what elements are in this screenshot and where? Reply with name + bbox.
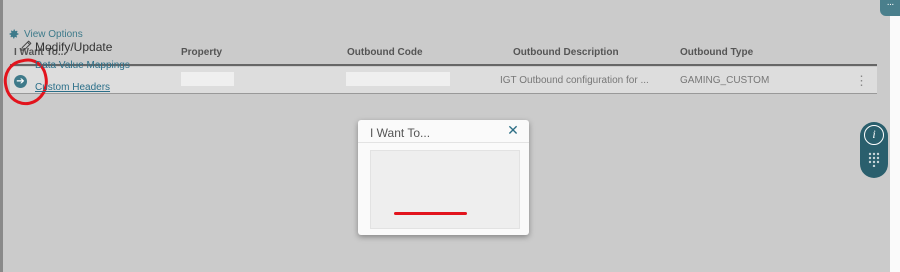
popup-options-panel [370,150,520,229]
close-icon[interactable]: ✕ [506,123,520,137]
popup-title: I Want To... [370,126,431,140]
red-underline-annotation [394,212,467,215]
view-options-button[interactable]: View Options [8,28,83,40]
gear-icon [9,29,19,39]
top-right-overflow-tab[interactable]: ··· [880,0,900,16]
pencil-icon [21,40,32,51]
table-header: I Want To... Property Outbound Code Outb… [0,46,880,62]
row-more-menu-icon[interactable]: ⋮ [855,73,868,89]
custom-headers-link[interactable]: Custom Headers [35,82,110,93]
left-edge [0,0,3,272]
outbound-description-cell: IGT Outbound configuration for ... [500,75,649,86]
property-cell [181,72,234,86]
popup-divider [358,142,529,143]
info-icon[interactable]: i [864,125,884,145]
i-want-to-popup: I Want To... ✕ [358,120,529,235]
row-divider [10,93,877,94]
outbound-code-cell [346,72,450,86]
modify-update-label: Modify/Update [35,40,113,54]
view-options-label: View Options [24,28,83,40]
outbound-type-cell: GAMING_CUSTOM [680,75,770,86]
column-header-outbound-type[interactable]: Outbound Type [680,47,753,58]
column-header-property[interactable]: Property [181,47,222,58]
keypad-grid-icon[interactable] [867,151,881,167]
right-scroll-edge [890,0,900,272]
column-header-outbound-description[interactable]: Outbound Description [513,47,619,58]
column-header-outbound-code[interactable]: Outbound Code [347,47,423,58]
header-underline [10,64,877,66]
data-value-mappings-link[interactable]: Data Value Mappings [35,60,130,71]
